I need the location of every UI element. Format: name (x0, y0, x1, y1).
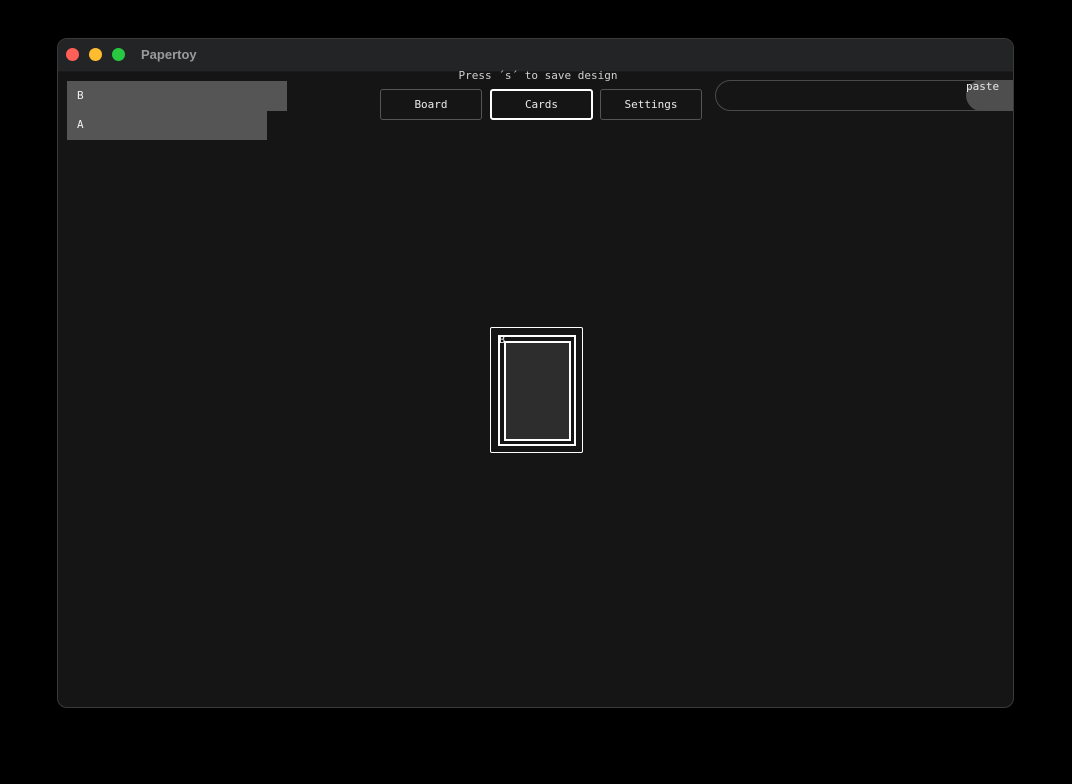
close-window-button[interactable] (66, 48, 79, 61)
card-preview[interactable]: B (490, 327, 583, 453)
card-face (504, 341, 571, 441)
minimize-window-button[interactable] (89, 48, 102, 61)
app-window: Papertoy B A Press ´s´ to save design Bo… (57, 38, 1014, 708)
paste-button[interactable]: paste (966, 80, 1013, 111)
maximize-window-button[interactable] (112, 48, 125, 61)
tab-board[interactable]: Board (380, 89, 482, 120)
tab-cards[interactable]: Cards (490, 89, 593, 120)
list-item-a[interactable]: A (67, 110, 267, 140)
paste-button-label: paste (966, 80, 1000, 93)
list-item-b[interactable]: B (67, 81, 287, 111)
tab-settings[interactable]: Settings (600, 89, 702, 120)
card-corner-label: B (499, 335, 506, 346)
window-title: Papertoy (141, 47, 197, 62)
title-bar[interactable]: Papertoy (58, 39, 1013, 72)
save-hint: Press ´s´ to save design (458, 69, 618, 82)
